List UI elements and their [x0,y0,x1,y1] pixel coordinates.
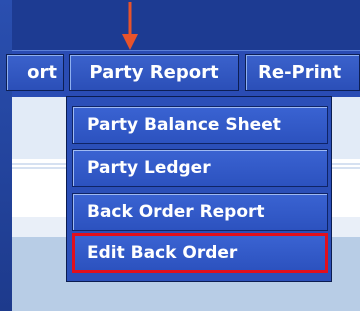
annotation-arrow-icon [122,2,138,50]
party-report-dropdown: Party Balance Sheet Party Ledger Back Or… [66,96,332,282]
header-area [12,0,360,50]
menu-item-party-report[interactable]: Party Report [69,54,239,91]
menu-item-edit-back-order[interactable]: Edit Back Order [72,233,328,273]
menu-item-party-ledger[interactable]: Party Ledger [72,149,328,187]
menu-item-back-order-report[interactable]: Back Order Report [72,193,328,231]
menu-item-party-balance-sheet[interactable]: Party Balance Sheet [72,106,328,144]
menu-item-re-print[interactable]: Re-Print [245,54,360,91]
window-left-edge [0,0,12,311]
menu-item-report[interactable]: ort [6,54,64,91]
